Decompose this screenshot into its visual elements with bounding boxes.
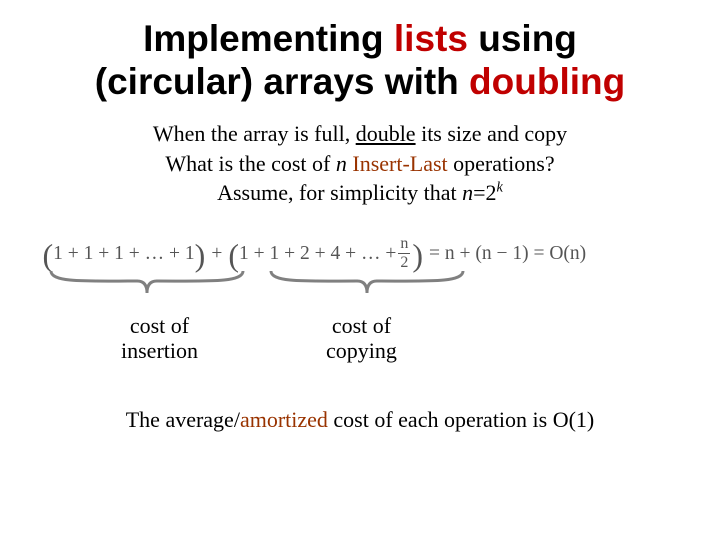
title-seg-doubling: doubling xyxy=(469,61,625,102)
label-right-1: cost of xyxy=(332,313,391,338)
lead-2b-n: n xyxy=(336,151,347,176)
lead-3d-k: k xyxy=(497,180,503,196)
title-seg-4: (circular) arrays with xyxy=(95,61,469,102)
lead-2e: operations? xyxy=(448,151,555,176)
lead-3c: =2 xyxy=(473,180,496,205)
closing-c: cost of each operation is O(1) xyxy=(328,407,594,432)
brace-row xyxy=(43,271,678,305)
equation-block: ( 1 + 1 + 1 + … + 1 ) + ( 1 + 1 + 2 + 4 … xyxy=(43,236,678,377)
eq-rhs: = n + (n − 1) = O(n) xyxy=(429,243,586,265)
title-seg-3: using xyxy=(468,18,577,59)
label-right-2: copying xyxy=(326,338,397,363)
title-seg-1: Implementing xyxy=(143,18,394,59)
eq-group-copying: ( 1 + 1 + 2 + 4 + … + n 2 ) xyxy=(228,236,423,271)
lead-3b-n: n xyxy=(462,180,473,205)
brace-labels: cost of insertion cost of copying xyxy=(43,305,678,377)
brace-copying xyxy=(269,269,465,299)
equation: ( 1 + 1 + 1 + … + 1 ) + ( 1 + 1 + 2 + 4 … xyxy=(43,236,678,271)
label-left-2: insertion xyxy=(121,338,198,363)
lead-1b-double: double xyxy=(356,121,416,146)
lead-1c: its size and copy xyxy=(416,121,568,146)
label-cost-copying: cost of copying xyxy=(297,313,427,364)
eq-frac-num: n xyxy=(398,236,410,253)
closing-a: The average/ xyxy=(126,407,240,432)
label-left-1: cost of xyxy=(130,313,189,338)
closing-amortized: amortized xyxy=(240,407,328,432)
lead-2a: What is the cost of xyxy=(165,151,335,176)
slide: Implementing lists using (circular) arra… xyxy=(0,0,720,540)
brace-insertion xyxy=(49,269,245,299)
label-cost-insertion: cost of insertion xyxy=(95,313,225,364)
eq-g1-body: 1 + 1 + 1 + … + 1 xyxy=(53,243,195,265)
lead-3a: Assume, for simplicity that xyxy=(217,180,462,205)
eq-group-insertion: ( 1 + 1 + 1 + … + 1 ) xyxy=(43,243,206,265)
title-seg-lists: lists xyxy=(394,18,468,59)
eq-plus-1: + xyxy=(211,243,222,265)
lead-1a: When the array is full, xyxy=(153,121,356,146)
eq-frac: n 2 xyxy=(398,236,410,271)
closing-line: The average/amortized cost of each opera… xyxy=(40,407,680,433)
lead-2d-op: Insert-Last xyxy=(352,151,447,176)
lead-text: When the array is full, double its size … xyxy=(40,119,680,208)
slide-title: Implementing lists using (circular) arra… xyxy=(40,18,680,103)
eq-g2-body-a: 1 + 1 + 2 + 4 + … + xyxy=(239,243,396,265)
